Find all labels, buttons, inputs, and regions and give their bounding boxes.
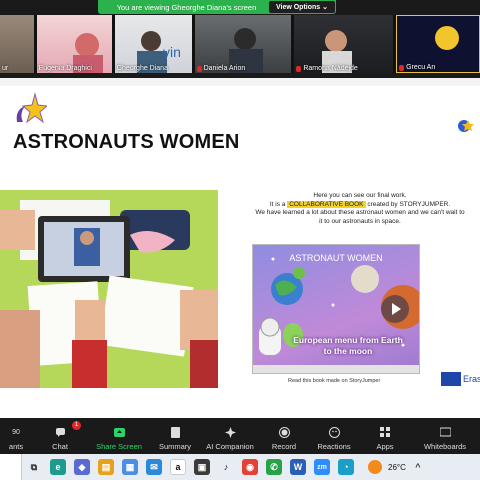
slide-top-strip	[0, 78, 480, 86]
participant-tile[interactable]: vin Gheorghe Diana	[114, 15, 192, 73]
reactions-icon	[328, 427, 340, 438]
chat-icon	[55, 427, 66, 438]
muted-mic-icon	[196, 65, 202, 72]
app-icon[interactable]: ◔	[338, 459, 354, 475]
record-button[interactable]: Record	[260, 420, 308, 454]
eu-flag-icon	[441, 372, 461, 386]
participant-name: Gheorghe Diana	[116, 65, 168, 72]
ai-companion-icon	[224, 427, 236, 438]
slide-description: Here you can see our final work. It is a…	[240, 192, 480, 226]
share-screen-icon	[113, 427, 125, 438]
file-explorer-icon[interactable]: ▤	[98, 459, 114, 475]
meeting-toolbar: 90 ants 1 Chat Share Screen Summary AI C…	[0, 420, 480, 454]
participant-name: Daniela Arion	[203, 65, 246, 72]
classroom-photo-art	[0, 190, 218, 388]
banner-text: You are viewing Gheorghe Diana's screen	[116, 2, 257, 12]
book-subtitle: European menu from Earth to the moon	[293, 335, 403, 356]
chat-badge: 1	[72, 421, 81, 430]
classroom-photo	[0, 190, 218, 388]
apps-icon	[379, 427, 391, 438]
erasmus-label: Eras	[463, 374, 480, 384]
os-taskbar: ⧉ e ◆ ▤ ▦ ✉ a ▣ ♪ ◉ ✆ W zm ◔ 26°C ^	[0, 454, 480, 480]
slide-title: ASTRONAUTS WOMEN	[13, 131, 240, 153]
reactions-button[interactable]: Reactions	[308, 420, 360, 454]
app-icon[interactable]: ◆	[74, 459, 90, 475]
participant-gallery: ur Eugenia Draghici vin Gheorghe Diana D…	[0, 15, 480, 73]
whatsapp-icon[interactable]: ✆	[266, 459, 282, 475]
chevron-up-icon[interactable]: ^	[410, 459, 426, 475]
temperature-readout[interactable]: 26°C	[388, 463, 406, 472]
muted-mic-icon	[399, 64, 405, 71]
book-title: ASTRONAUT WOMEN	[289, 253, 383, 263]
summary-icon	[170, 427, 181, 438]
participant-tile[interactable]: Ramona Nădejde	[294, 15, 394, 73]
highlighted-text: COLLABORATIVE BOOK	[287, 200, 366, 208]
weather-icon[interactable]	[368, 460, 382, 474]
chrome-icon[interactable]: ◉	[242, 459, 258, 475]
participant-tile[interactable]: Daniela Arion	[194, 15, 292, 73]
participant-name: Grecu An	[406, 64, 436, 71]
ai-companion-button[interactable]: AI Companion	[200, 420, 260, 454]
edge-browser-icon[interactable]: e	[50, 459, 66, 475]
word-icon[interactable]: W	[290, 459, 306, 475]
project-logo-icon	[458, 120, 474, 132]
participants-button[interactable]: 90 ants	[0, 420, 32, 454]
app-icon[interactable]: ▣	[194, 459, 210, 475]
participant-name: Eugenia Draghici	[38, 65, 92, 72]
description-line: it to our astronauts in space.	[319, 217, 401, 225]
book-caption[interactable]: Read this book made on StoryJumper	[288, 378, 380, 384]
muted-mic-icon	[296, 65, 302, 72]
participant-tile[interactable]: ur	[0, 15, 34, 73]
screen-share-banner: You are viewing Gheorghe Diana's screen …	[98, 0, 336, 14]
play-icon[interactable]	[381, 295, 409, 323]
summary-button[interactable]: Summary	[150, 420, 200, 454]
svg-text:vin: vin	[163, 44, 181, 60]
share-screen-button[interactable]: Share Screen	[88, 420, 150, 454]
participant-tile[interactable]: Eugenia Draghici	[36, 15, 112, 73]
zoom-icon[interactable]: zm	[314, 459, 330, 475]
participant-name: ur	[2, 65, 9, 72]
star-logo-icon	[16, 92, 47, 124]
shared-screen: ASTRONAUTS WOMEN Here you can see our fi…	[0, 78, 480, 418]
whiteboards-icon	[439, 427, 451, 438]
taskbar-search-box[interactable]	[0, 454, 22, 480]
erasmus-logo: Eras	[441, 372, 480, 386]
record-icon	[278, 427, 290, 438]
task-view-icon[interactable]: ⧉	[26, 459, 42, 475]
participants-icon: 90	[12, 429, 20, 436]
book-progress-bar[interactable]	[253, 365, 419, 373]
whiteboards-button[interactable]: Whiteboards	[410, 420, 480, 454]
storyjumper-book[interactable]: ASTRONAUT WOMEN European menu from Earth…	[252, 244, 420, 374]
view-options-button[interactable]: View Options ⌄	[268, 1, 335, 13]
participant-name: Ramona Nădejde	[303, 65, 358, 72]
description-line: Here you can see our final work.	[313, 192, 407, 199]
amazon-icon[interactable]: a	[170, 459, 186, 475]
description-line: We have learned a lot about these astron…	[255, 209, 465, 216]
chat-button[interactable]: 1 Chat	[32, 420, 88, 454]
apps-button[interactable]: Apps	[360, 420, 410, 454]
store-icon[interactable]: ▦	[122, 459, 138, 475]
description-line: It is a COLLABORATIVE BOOK created by ST…	[269, 200, 451, 208]
tiktok-icon[interactable]: ♪	[218, 459, 234, 475]
participant-tile[interactable]: Grecu An	[396, 15, 480, 73]
mail-icon[interactable]: ✉	[146, 459, 162, 475]
